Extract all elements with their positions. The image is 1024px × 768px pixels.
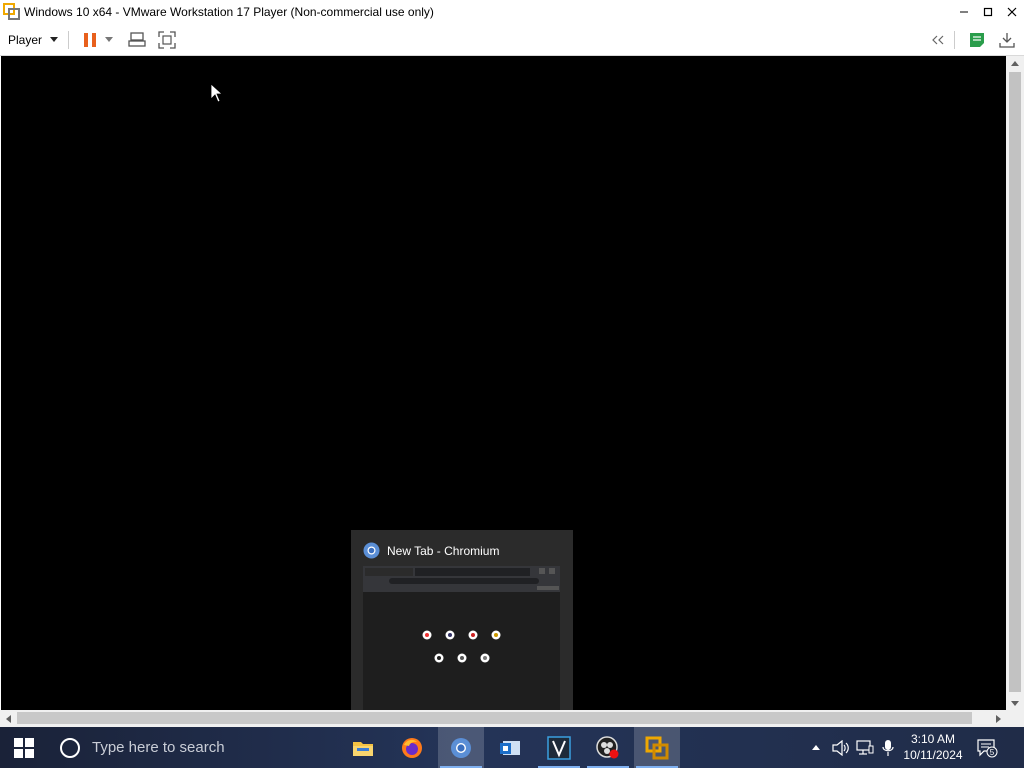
volume-button[interactable] bbox=[830, 727, 852, 768]
download-button[interactable] bbox=[996, 26, 1018, 54]
toolbar-divider bbox=[68, 30, 70, 49]
mouse-cursor-icon bbox=[210, 83, 224, 103]
windows-logo-icon bbox=[14, 737, 34, 758]
pause-options-dropdown[interactable] bbox=[103, 26, 115, 54]
minimize-icon bbox=[960, 11, 968, 13]
start-button[interactable] bbox=[0, 727, 48, 768]
scrollbar-corner bbox=[1006, 710, 1024, 727]
window-titlebar: Windows 10 x64 - VMware Workstation 17 P… bbox=[0, 0, 1024, 24]
send-ctrl-alt-del-button[interactable] bbox=[127, 26, 147, 54]
notification-count: 5 bbox=[990, 748, 995, 757]
horizontal-scrollbar[interactable] bbox=[0, 710, 1006, 727]
vertical-scrollbar[interactable] bbox=[1006, 56, 1024, 710]
network-button[interactable] bbox=[854, 727, 876, 768]
thumbnail-window-title: New Tab - Chromium bbox=[387, 543, 500, 558]
firefox-icon bbox=[402, 737, 422, 758]
minimize-button[interactable] bbox=[952, 0, 976, 24]
player-menu-button[interactable]: Player bbox=[8, 32, 59, 47]
scroll-right-icon[interactable] bbox=[990, 710, 1006, 727]
vertical-scrollbar-thumb[interactable] bbox=[1009, 72, 1021, 692]
taskbar-app-obs[interactable] bbox=[585, 727, 631, 768]
taskbar-app-vscode[interactable] bbox=[536, 727, 582, 768]
player-toolbar: Player bbox=[0, 24, 1024, 56]
taskbar-app-file-explorer[interactable] bbox=[340, 727, 386, 768]
horizontal-scrollbar-thumb[interactable] bbox=[17, 712, 972, 724]
scroll-left-icon[interactable] bbox=[0, 710, 16, 727]
notes-button[interactable] bbox=[966, 26, 988, 54]
windows-taskbar: Type here to search 3:10 AM 10/11/2024 5 bbox=[0, 727, 1024, 768]
search-placeholder: Type here to search bbox=[92, 739, 225, 756]
double-chevron-left-icon bbox=[932, 35, 944, 44]
chromium-icon bbox=[451, 737, 471, 758]
collapse-toolbar-button[interactable] bbox=[928, 26, 948, 54]
full-screen-button[interactable] bbox=[157, 26, 177, 54]
vscode-icon bbox=[547, 735, 571, 760]
toolbar-divider bbox=[954, 30, 955, 49]
player-menu-label: Player bbox=[8, 32, 43, 47]
microphone-icon bbox=[882, 739, 894, 756]
pause-button[interactable] bbox=[81, 26, 99, 54]
action-center-button[interactable]: 5 bbox=[972, 727, 1002, 768]
chevron-down-icon bbox=[105, 36, 114, 42]
obs-icon bbox=[596, 735, 619, 758]
chromium-preview-image bbox=[363, 566, 560, 710]
taskbar-clock[interactable]: 3:10 AM 10/11/2024 bbox=[898, 731, 968, 763]
notes-icon bbox=[970, 32, 984, 47]
chromium-icon bbox=[363, 542, 380, 559]
close-icon bbox=[1007, 7, 1017, 17]
maximize-icon bbox=[983, 7, 993, 17]
window-title: Windows 10 x64 - VMware Workstation 17 P… bbox=[24, 5, 434, 19]
network-icon bbox=[856, 739, 874, 755]
show-hidden-icons-button[interactable] bbox=[808, 727, 824, 768]
download-icon bbox=[999, 32, 1015, 48]
scroll-up-icon[interactable] bbox=[1006, 56, 1024, 70]
speaker-icon bbox=[832, 739, 849, 756]
file-explorer-icon bbox=[353, 741, 373, 756]
close-button[interactable] bbox=[1000, 0, 1024, 24]
vm-display[interactable]: New Tab - Chromium bbox=[1, 56, 1006, 710]
microphone-button[interactable] bbox=[878, 727, 898, 768]
chevron-up-icon bbox=[812, 745, 820, 750]
maximize-button[interactable] bbox=[976, 0, 1000, 24]
taskbar-app-outlook[interactable] bbox=[487, 727, 533, 768]
taskbar-app-vmware[interactable] bbox=[634, 727, 680, 768]
chevron-down-icon bbox=[50, 37, 59, 42]
clock-date: 10/11/2024 bbox=[903, 748, 963, 762]
cortana-icon bbox=[60, 737, 80, 758]
clock-time: 3:10 AM bbox=[910, 732, 956, 746]
scroll-down-icon[interactable] bbox=[1006, 696, 1024, 710]
taskbar-app-chromium[interactable] bbox=[438, 727, 484, 768]
fullscreen-icon bbox=[158, 30, 176, 49]
notifications-icon: 5 bbox=[977, 738, 998, 757]
vmware-icon bbox=[645, 736, 669, 759]
taskbar-thumbnail-popup[interactable]: New Tab - Chromium bbox=[351, 530, 573, 710]
outlook-icon bbox=[500, 740, 520, 755]
vmware-logo-icon bbox=[3, 3, 20, 20]
taskbar-search-box[interactable]: Type here to search bbox=[48, 727, 344, 768]
pause-icon bbox=[84, 32, 97, 47]
window-preview[interactable] bbox=[363, 566, 560, 710]
send-keys-icon bbox=[128, 31, 146, 47]
taskbar-app-firefox[interactable] bbox=[389, 727, 435, 768]
